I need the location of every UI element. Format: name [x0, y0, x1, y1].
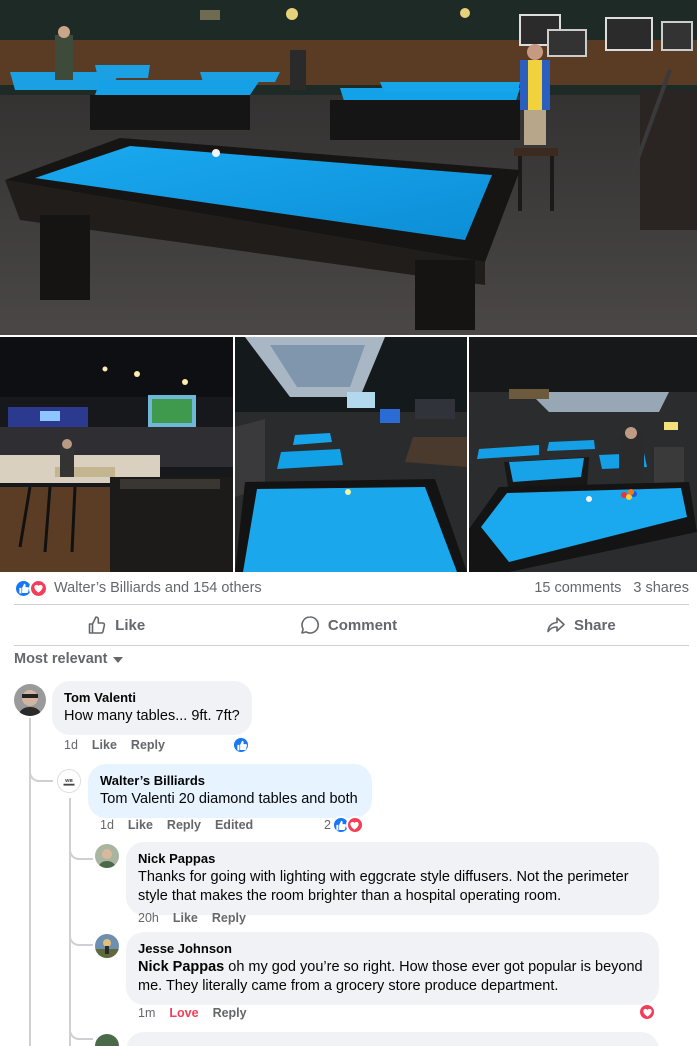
- comment-reactions[interactable]: 2: [324, 816, 364, 834]
- comment-timestamp[interactable]: 20h: [138, 911, 159, 925]
- comment-button[interactable]: Comment: [232, 608, 464, 642]
- reaction-count: 2: [324, 818, 331, 832]
- comment-text: Nick Pappas oh my god you’re so right. H…: [138, 958, 647, 996]
- comment-actions: 1d Like Reply: [64, 738, 165, 752]
- comment-like-button[interactable]: Like: [128, 818, 153, 832]
- comment-bubble: Tom Valenti How many tables... 9ft. 7ft?: [52, 681, 252, 735]
- avatar[interactable]: [95, 1034, 119, 1046]
- comment-reply-button[interactable]: Reply: [212, 911, 246, 925]
- photo-rack-table[interactable]: [469, 337, 697, 572]
- avatar[interactable]: [14, 684, 46, 716]
- photo-bar-area[interactable]: [0, 337, 233, 572]
- photo-pool-hall-main[interactable]: [0, 0, 697, 335]
- post-action-bar: Like Comment Share: [0, 608, 697, 642]
- comment-author[interactable]: Walter’s Billiards: [100, 772, 360, 790]
- comment-like-button[interactable]: Like: [173, 911, 198, 925]
- comment-text: Tom Valenti 20 diamond tables and both: [100, 790, 360, 809]
- love-reaction-icon: [29, 578, 48, 598]
- love-reaction-icon: [345, 816, 364, 834]
- comment-actions: 20h Like Reply: [138, 911, 246, 925]
- comment-actions: 1d Like Reply Edited: [100, 818, 253, 832]
- comment-mention[interactable]: Tom Valenti: [100, 791, 175, 807]
- comment-bubble: Jesse Johnson Nick Pappas oh my god you’…: [126, 932, 659, 1005]
- share-button[interactable]: Share: [465, 608, 697, 642]
- thumbs-up-icon: [88, 616, 106, 634]
- reactions-summary-row: Walter’s Billiards and 154 others 15 com…: [14, 576, 689, 600]
- comment-text: Thanks for going with lighting with eggc…: [138, 869, 629, 904]
- comment-actions: 1m Love Reply: [138, 1006, 247, 1020]
- comment-bubble-icon: [301, 616, 319, 634]
- comment-reactions[interactable]: [638, 1003, 656, 1021]
- comment-reactions[interactable]: [232, 736, 250, 754]
- like-button-label: Like: [115, 616, 146, 634]
- share-button-label: Share: [573, 616, 616, 634]
- comment-author[interactable]: Tom Valenti: [64, 689, 240, 707]
- reaction-icons[interactable]: [14, 578, 48, 598]
- comment-timestamp[interactable]: 1m: [138, 1006, 155, 1020]
- comment-bubble: Nick Pappas Thanks for going with lighti…: [126, 842, 659, 915]
- comment-bubble: Walter’s Billiards Tom Valenti 20 diamon…: [88, 764, 372, 818]
- shares-count[interactable]: 3 shares: [633, 580, 689, 596]
- comment-reply-button[interactable]: Reply: [167, 818, 201, 832]
- comment-author[interactable]: Jesse Johnson: [138, 940, 647, 958]
- like-reaction-icon: [232, 736, 250, 754]
- sort-label: Most relevant: [14, 651, 108, 667]
- post-photo-grid: [0, 0, 697, 572]
- comment-button-label: Comment: [327, 616, 398, 634]
- comment-timestamp[interactable]: 1d: [100, 818, 114, 832]
- divider: [14, 645, 689, 646]
- thread-elbow: [69, 928, 93, 946]
- comment-edited-label[interactable]: Edited: [215, 818, 253, 832]
- thread-elbow: [69, 1022, 93, 1040]
- avatar[interactable]: [95, 844, 119, 868]
- comment-reply-button[interactable]: Reply: [213, 1006, 247, 1020]
- comment-bubble: [126, 1032, 659, 1046]
- thread-line: [69, 798, 71, 1046]
- reactions-summary-text[interactable]: Walter’s Billiards and 154 others: [54, 580, 534, 596]
- comment-love-button[interactable]: Love: [169, 1006, 198, 1020]
- like-button[interactable]: Like: [0, 608, 232, 642]
- love-reaction-icon: [638, 1003, 656, 1021]
- photo-table-row[interactable]: [235, 337, 467, 572]
- comment-text-body: 20 diamond tables and both: [174, 791, 358, 807]
- svg-text:WB: WB: [65, 778, 73, 783]
- share-arrow-icon: [547, 617, 565, 633]
- comment-author[interactable]: Nick Pappas: [138, 850, 647, 868]
- thread-elbow: [29, 760, 53, 782]
- thread-elbow: [69, 842, 93, 860]
- comment-text: How many tables... 9ft. 7ft?: [64, 708, 240, 724]
- comment-timestamp[interactable]: 1d: [64, 738, 78, 752]
- comment-mention[interactable]: Nick Pappas: [138, 959, 224, 975]
- avatar[interactable]: [95, 934, 119, 958]
- comment-sort-dropdown[interactable]: Most relevant: [14, 651, 124, 667]
- divider: [14, 604, 689, 605]
- caret-down-icon: [113, 657, 124, 663]
- comment-reply-button[interactable]: Reply: [131, 738, 165, 752]
- comment-like-button[interactable]: Like: [92, 738, 117, 752]
- avatar[interactable]: WB: [57, 769, 81, 793]
- comments-count[interactable]: 15 comments: [534, 580, 621, 596]
